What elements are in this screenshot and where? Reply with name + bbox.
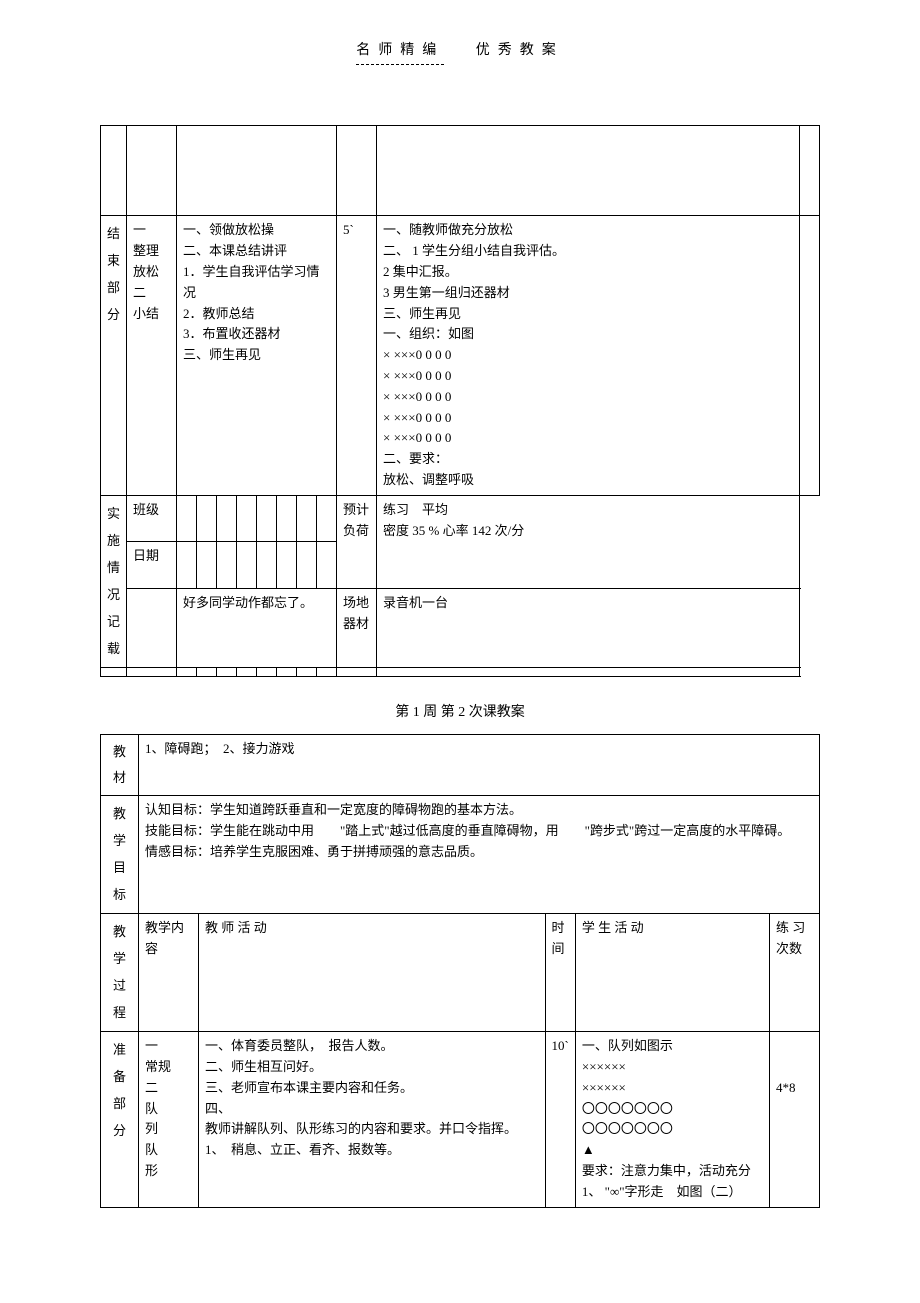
col-teacher: 教 师 活 动 (199, 914, 546, 1032)
venue-value: 录音机一台 (377, 588, 800, 667)
end-subsection: 一 整理 放松 二 小结 (127, 216, 177, 495)
end-teacher-activity: 一、领做放松操 二、本课总结讲评 1．学生自我评估学习情况 2．教师总结 3．布… (177, 216, 337, 495)
prep-content: 一 常规 二 队 列 队 形 (139, 1032, 199, 1207)
forecast-label: 预计负荷 (337, 495, 377, 588)
end-time: 5` (337, 216, 377, 495)
prep-reps: 4*8 (770, 1032, 820, 1207)
impl-record-label: 实施情况记载 (101, 495, 127, 667)
lesson-plan-title: 第 1 周 第 2 次课教案 (100, 702, 820, 724)
end-student-activity: 一、随教师做充分放松 二、 1 学生分组小结自我评估。 2 集中汇报。 3 男生… (377, 216, 800, 495)
col-student: 学 生 活 动 (575, 914, 769, 1032)
prep-teacher-activity: 一、体育委员整队， 报告人数。 二、师生相互问好。 三、老师宣布本课主要内容和任… (199, 1032, 546, 1207)
material-value: 1、障碍跑； 2、接力游戏 (139, 735, 820, 796)
table-lesson-plan: 教材 1、障碍跑； 2、接力游戏 教学目标 认知目标：学生知道跨跃垂直和一定宽度… (100, 734, 820, 1207)
prep-student-activity: 一、队列如图示 ×××××× ×××××× 〇〇〇〇〇〇〇 〇〇〇〇〇〇〇 ▲ … (575, 1032, 769, 1207)
prep-time: 10` (545, 1032, 575, 1207)
col-time: 时间 (545, 914, 575, 1032)
material-label: 教材 (101, 735, 139, 796)
date-label: 日期 (127, 542, 177, 589)
class-label: 班级 (127, 495, 177, 542)
goals-label: 教学目标 (101, 796, 139, 914)
section-end-label: 结束部分 (101, 216, 127, 495)
table-lesson-end: 结束部分 一 整理 放松 二 小结 一、领做放松操 二、本课总结讲评 1．学生自… (100, 125, 820, 676)
impl-note: 好多同学动作都忘了。 (177, 588, 337, 667)
goals-value: 认知目标：学生知道跨跃垂直和一定宽度的障碍物跑的基本方法。 技能目标：学生能在跳… (139, 796, 820, 914)
venue-label: 场地器材 (337, 588, 377, 667)
header-left: 名师精编 (356, 40, 444, 65)
prep-section-label: 准备部分 (101, 1032, 139, 1207)
page-header: 名师精编 优秀教案 (100, 40, 820, 65)
header-right: 优秀教案 (476, 43, 564, 58)
col-reps: 练 习 次数 (770, 914, 820, 1032)
forecast-value: 练习 平均 密度 35 % 心率 142 次/分 (377, 495, 800, 588)
col-content: 教学内容 (139, 914, 199, 1032)
col-process: 教学过程 (101, 914, 139, 1032)
